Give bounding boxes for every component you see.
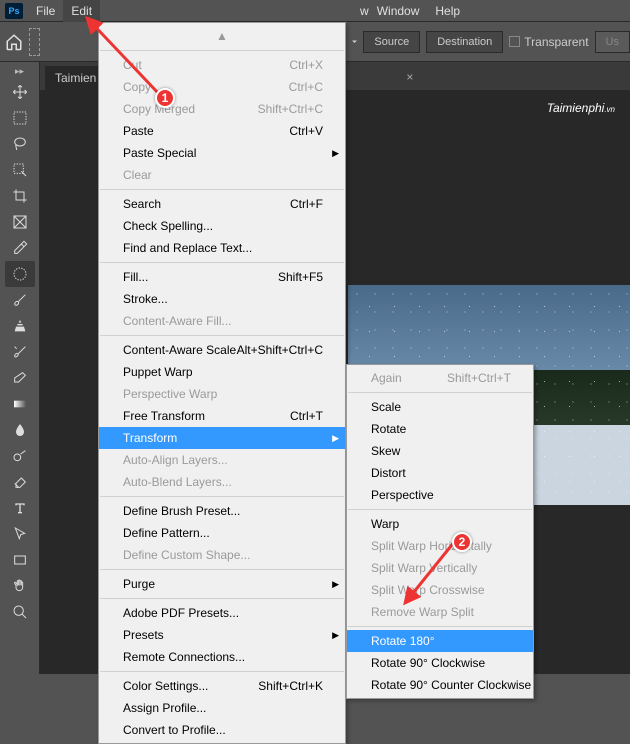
path-select-tool[interactable] — [5, 521, 35, 547]
destination-button[interactable]: Destination — [426, 31, 503, 53]
mi-split-warp-c[interactable]: Split Warp Crosswise — [347, 579, 533, 601]
mi-copy-merged[interactable]: Copy MergedShift+Ctrl+C — [99, 98, 345, 120]
mi-define-brush[interactable]: Define Brush Preset... — [99, 500, 345, 522]
history-brush-tool[interactable] — [5, 339, 35, 365]
mi-rotate[interactable]: Rotate — [347, 418, 533, 440]
clone-stamp-tool[interactable] — [5, 313, 35, 339]
hand-tool[interactable] — [5, 573, 35, 599]
rectangle-tool[interactable] — [5, 547, 35, 573]
mi-define-pattern[interactable]: Define Pattern... — [99, 522, 345, 544]
mi-split-warp-h[interactable]: Split Warp Horizontally — [347, 535, 533, 557]
menu-help[interactable]: Help — [427, 0, 468, 22]
mi-stroke[interactable]: Stroke... — [99, 288, 345, 310]
crop-tool[interactable] — [5, 183, 35, 209]
mi-auto-blend[interactable]: Auto-Blend Layers... — [99, 471, 345, 493]
mi-check-spelling[interactable]: Check Spelling... — [99, 215, 345, 237]
menu-file[interactable]: File — [28, 0, 63, 22]
lasso-tool[interactable] — [5, 131, 35, 157]
pen-tool[interactable] — [5, 469, 35, 495]
type-tool[interactable] — [5, 495, 35, 521]
transparent-checkbox[interactable]: Transparent — [509, 35, 588, 49]
annotation-marker-1: 1 — [155, 88, 175, 108]
menu-up-arrow[interactable]: ▲ — [99, 25, 345, 47]
menu-edit[interactable]: Edit — [63, 0, 100, 22]
elliptical-marquee-tool[interactable] — [5, 261, 35, 287]
mi-remote[interactable]: Remote Connections... — [99, 646, 345, 668]
rect-marquee-tool[interactable] — [5, 105, 35, 131]
mi-again[interactable]: AgainShift+Ctrl+T — [347, 367, 533, 389]
mi-convert-profile[interactable]: Convert to Profile... — [99, 719, 345, 741]
mi-define-shape[interactable]: Define Custom Shape... — [99, 544, 345, 566]
mi-paste[interactable]: PasteCtrl+V — [99, 120, 345, 142]
source-button[interactable]: Source — [363, 31, 420, 53]
mi-perspective-warp[interactable]: Perspective Warp — [99, 383, 345, 405]
menu-window[interactable]: Window — [369, 0, 428, 22]
mi-perspective[interactable]: Perspective — [347, 484, 533, 506]
mi-content-aware-scale[interactable]: Content-Aware ScaleAlt+Shift+Ctrl+C — [99, 339, 345, 361]
mi-free-transform[interactable]: Free TransformCtrl+T — [99, 405, 345, 427]
mi-rotate-90ccw[interactable]: Rotate 90° Counter Clockwise — [347, 674, 533, 696]
mi-content-aware-fill[interactable]: Content-Aware Fill... — [99, 310, 345, 332]
mi-copy[interactable]: CopyCtrl+C — [99, 76, 345, 98]
transform-menu: AgainShift+Ctrl+T Scale Rotate Skew Dist… — [346, 364, 534, 699]
mi-auto-align[interactable]: Auto-Align Layers... — [99, 449, 345, 471]
brush-tool[interactable] — [5, 287, 35, 313]
marquee-icon[interactable] — [29, 28, 40, 56]
mi-purge[interactable]: Purge▶ — [99, 573, 345, 595]
mi-assign-profile[interactable]: Assign Profile... — [99, 697, 345, 719]
blur-tool[interactable] — [5, 417, 35, 443]
mi-distort[interactable]: Distort — [347, 462, 533, 484]
mi-rotate-90cw[interactable]: Rotate 90° Clockwise — [347, 652, 533, 674]
dodge-tool[interactable] — [5, 443, 35, 469]
app-logo: Ps — [5, 3, 23, 19]
mi-clear[interactable]: Clear — [99, 164, 345, 186]
mi-remove-warp-split[interactable]: Remove Warp Split — [347, 601, 533, 623]
menu-cut-letter: w — [360, 4, 369, 18]
mi-split-warp-v[interactable]: Split Warp Vertically — [347, 557, 533, 579]
panel-grip[interactable]: ▸▸ — [15, 66, 24, 77]
mi-pdf-presets[interactable]: Adobe PDF Presets... — [99, 602, 345, 624]
mi-color-settings[interactable]: Color Settings...Shift+Ctrl+K — [99, 675, 345, 697]
transparent-label: Transparent — [524, 35, 588, 49]
mi-find-replace[interactable]: Find and Replace Text... — [99, 237, 345, 259]
mi-scale[interactable]: Scale — [347, 396, 533, 418]
close-icon[interactable]: × — [406, 70, 413, 84]
mi-fill[interactable]: Fill...Shift+F5 — [99, 266, 345, 288]
mi-presets[interactable]: Presets▶ — [99, 624, 345, 646]
mi-cut[interactable]: CutCtrl+X — [99, 54, 345, 76]
frame-tool[interactable] — [5, 209, 35, 235]
dropdown-icon[interactable] — [352, 35, 357, 49]
mi-rotate-180[interactable]: Rotate 180° — [347, 630, 533, 652]
tab-title: Taimien — [55, 71, 96, 85]
mi-skew[interactable]: Skew — [347, 440, 533, 462]
eraser-tool[interactable] — [5, 365, 35, 391]
use-button[interactable]: Us — [595, 31, 630, 53]
mi-paste-special[interactable]: Paste Special▶ — [99, 142, 345, 164]
zoom-tool[interactable] — [5, 599, 35, 625]
home-button[interactable] — [5, 28, 23, 56]
eyedropper-tool[interactable] — [5, 235, 35, 261]
move-tool[interactable] — [5, 79, 35, 105]
mi-transform[interactable]: Transform▶ — [99, 427, 345, 449]
watermark: Taimienphi.vn — [547, 100, 615, 117]
menubar: Ps File Edit w Window Help — [0, 0, 630, 22]
tool-panel: ▸▸ — [0, 62, 40, 674]
quick-select-tool[interactable] — [5, 157, 35, 183]
mi-puppet-warp[interactable]: Puppet Warp — [99, 361, 345, 383]
annotation-marker-2: 2 — [452, 532, 472, 552]
gradient-tool[interactable] — [5, 391, 35, 417]
mi-search[interactable]: SearchCtrl+F — [99, 193, 345, 215]
edit-menu: ▲ CutCtrl+X CopyCtrl+C Copy MergedShift+… — [98, 22, 346, 744]
mi-warp[interactable]: Warp — [347, 513, 533, 535]
